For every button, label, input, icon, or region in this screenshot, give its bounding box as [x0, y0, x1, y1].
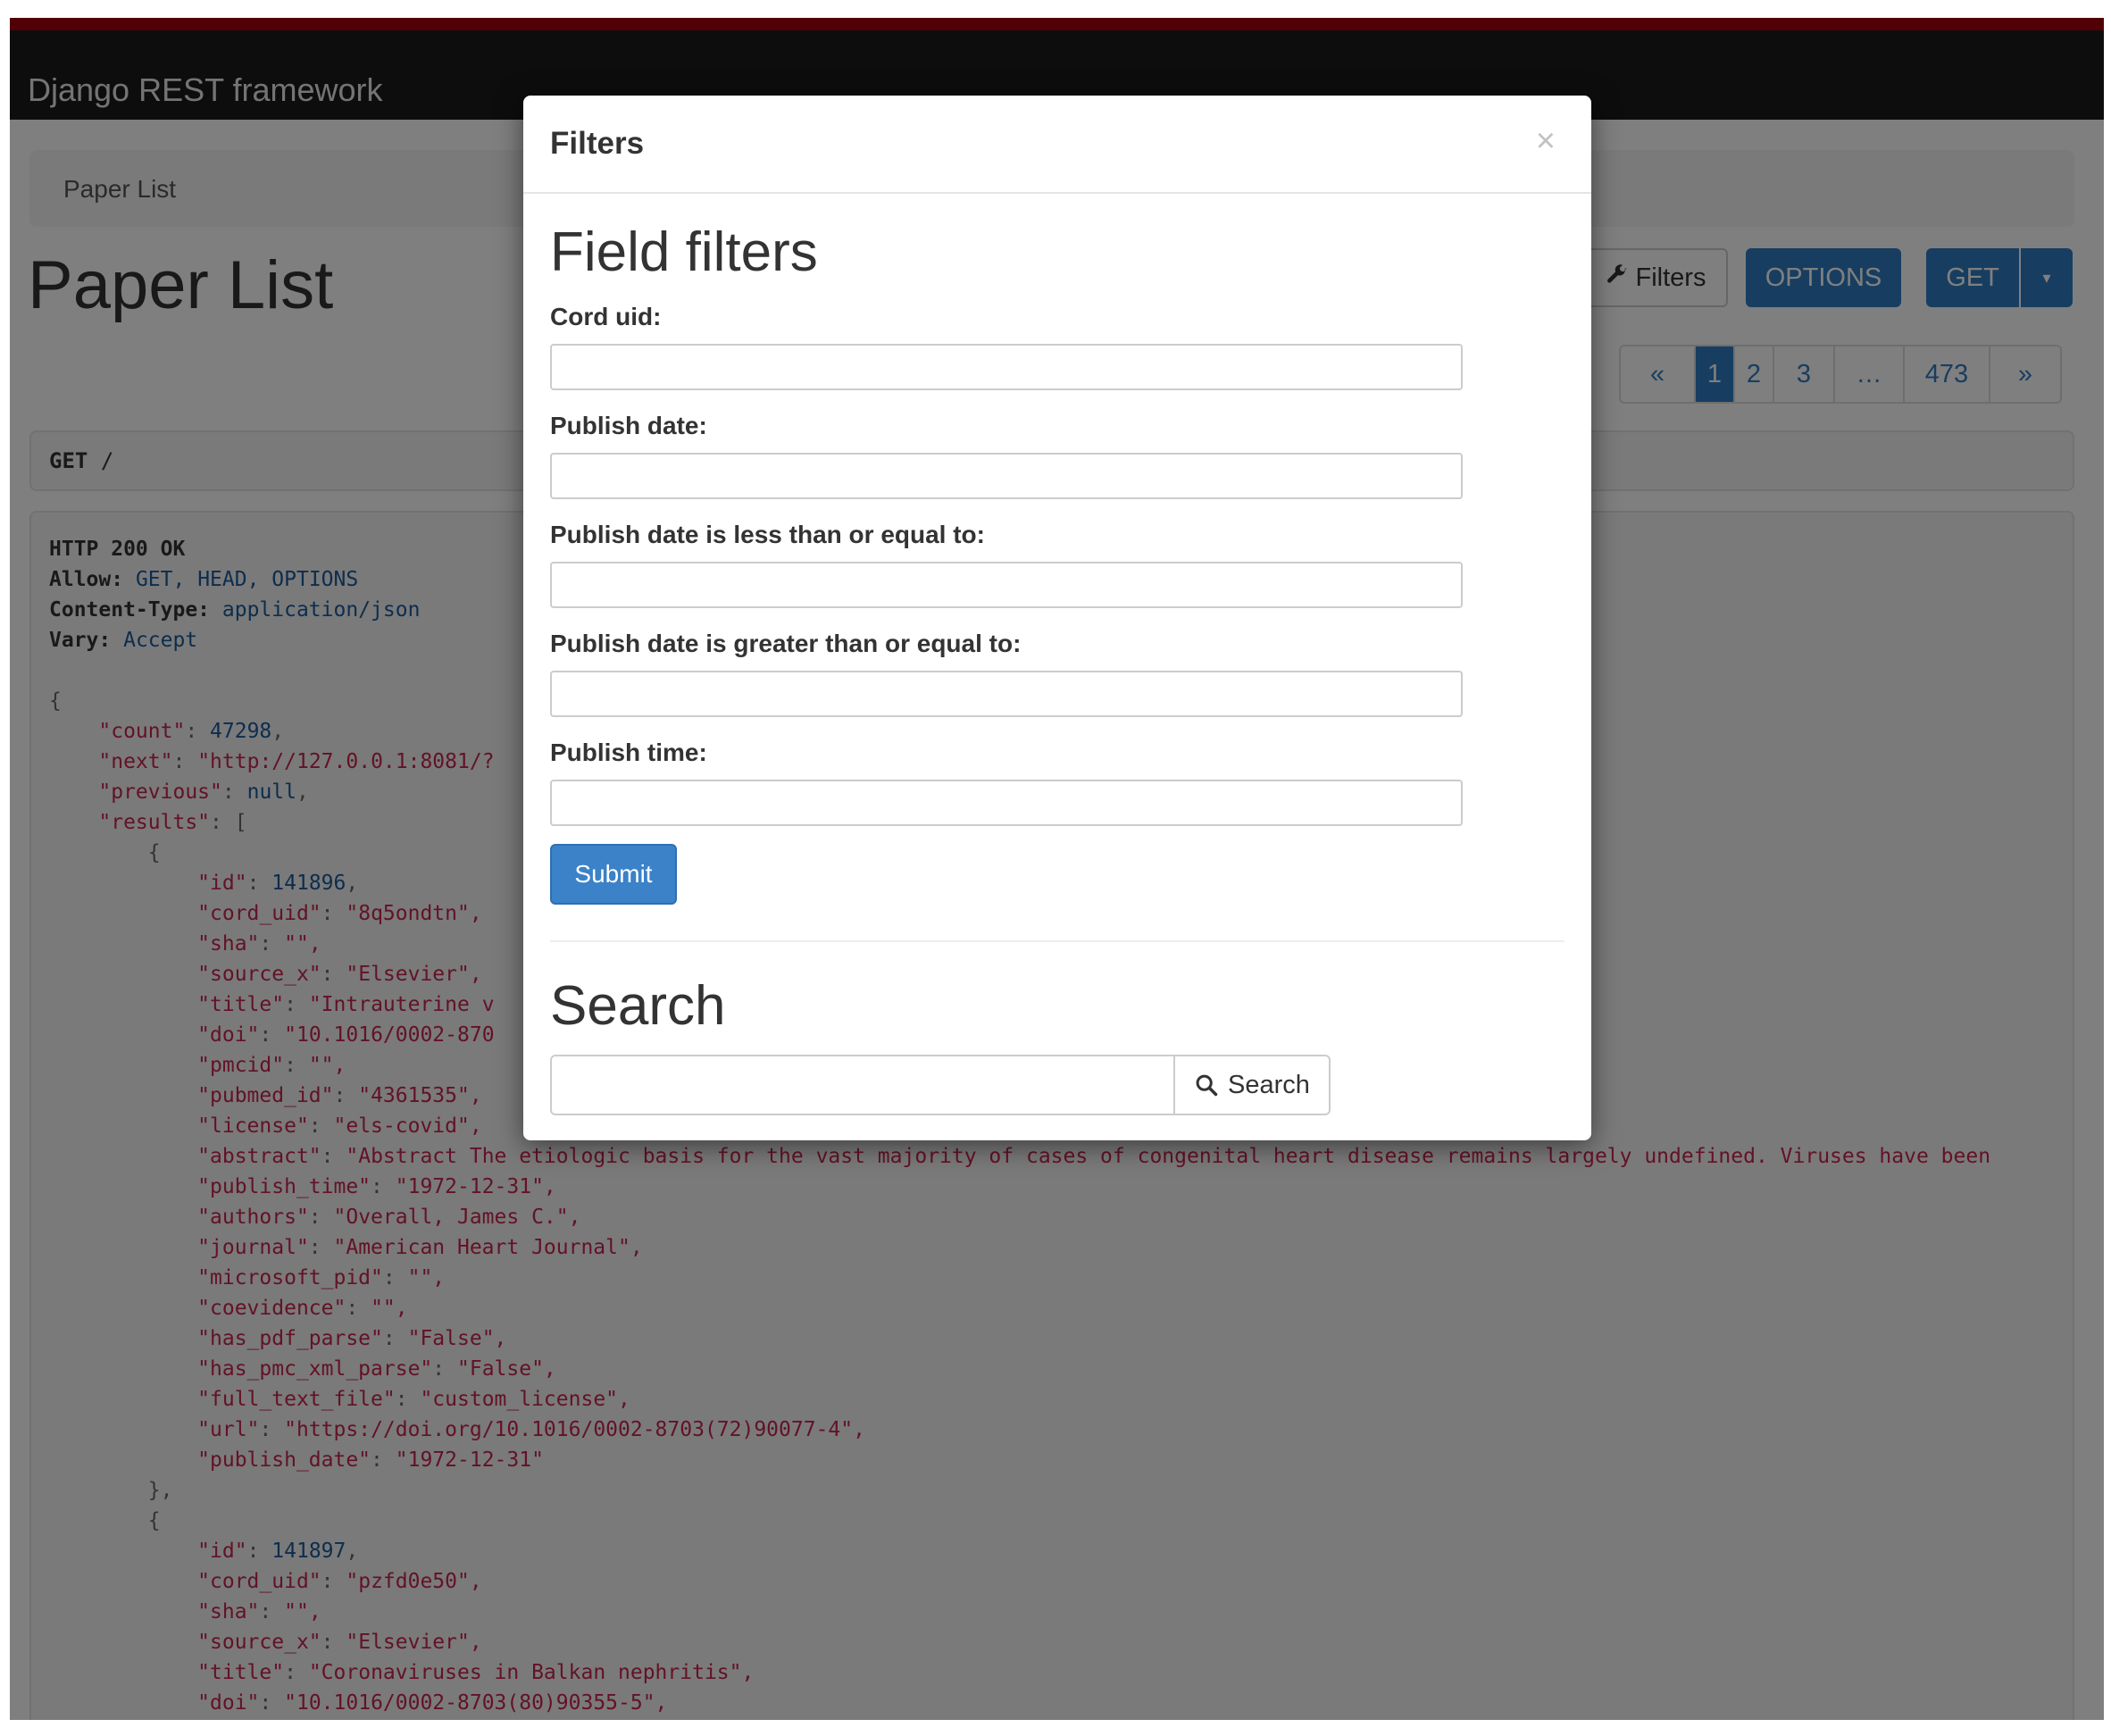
search-button-label: Search — [1228, 1070, 1310, 1099]
publish-date-lte-input[interactable] — [550, 562, 1463, 608]
modal-title: Filters — [550, 126, 645, 161]
filters-modal: Filters × Field filters Cord uid: Publis… — [523, 96, 1591, 1140]
modal-header: Filters × — [523, 96, 1591, 194]
app-window: Django REST framework Paper List Paper L… — [10, 18, 2104, 1720]
search-icon — [1196, 1074, 1218, 1097]
search-input[interactable] — [550, 1055, 1175, 1115]
publish-time-label: Publish time: — [550, 739, 707, 766]
submit-button[interactable]: Submit — [550, 844, 677, 905]
cord-uid-label: Cord uid: — [550, 303, 662, 330]
search-heading: Search — [550, 975, 726, 1037]
publish-date-label: Publish date: — [550, 412, 707, 439]
section-divider — [550, 940, 1564, 942]
publish-date-gte-input[interactable] — [550, 671, 1463, 717]
publish-time-input[interactable] — [550, 780, 1463, 826]
search-button[interactable]: Search — [1173, 1055, 1331, 1115]
publish-date-gte-label: Publish date is greater than or equal to… — [550, 630, 1022, 657]
publish-date-lte-label: Publish date is less than or equal to: — [550, 521, 985, 548]
close-icon[interactable]: × — [1536, 122, 1556, 161]
publish-date-input[interactable] — [550, 453, 1463, 499]
cord-uid-input[interactable] — [550, 344, 1463, 390]
field-filters-heading: Field filters — [550, 221, 818, 283]
